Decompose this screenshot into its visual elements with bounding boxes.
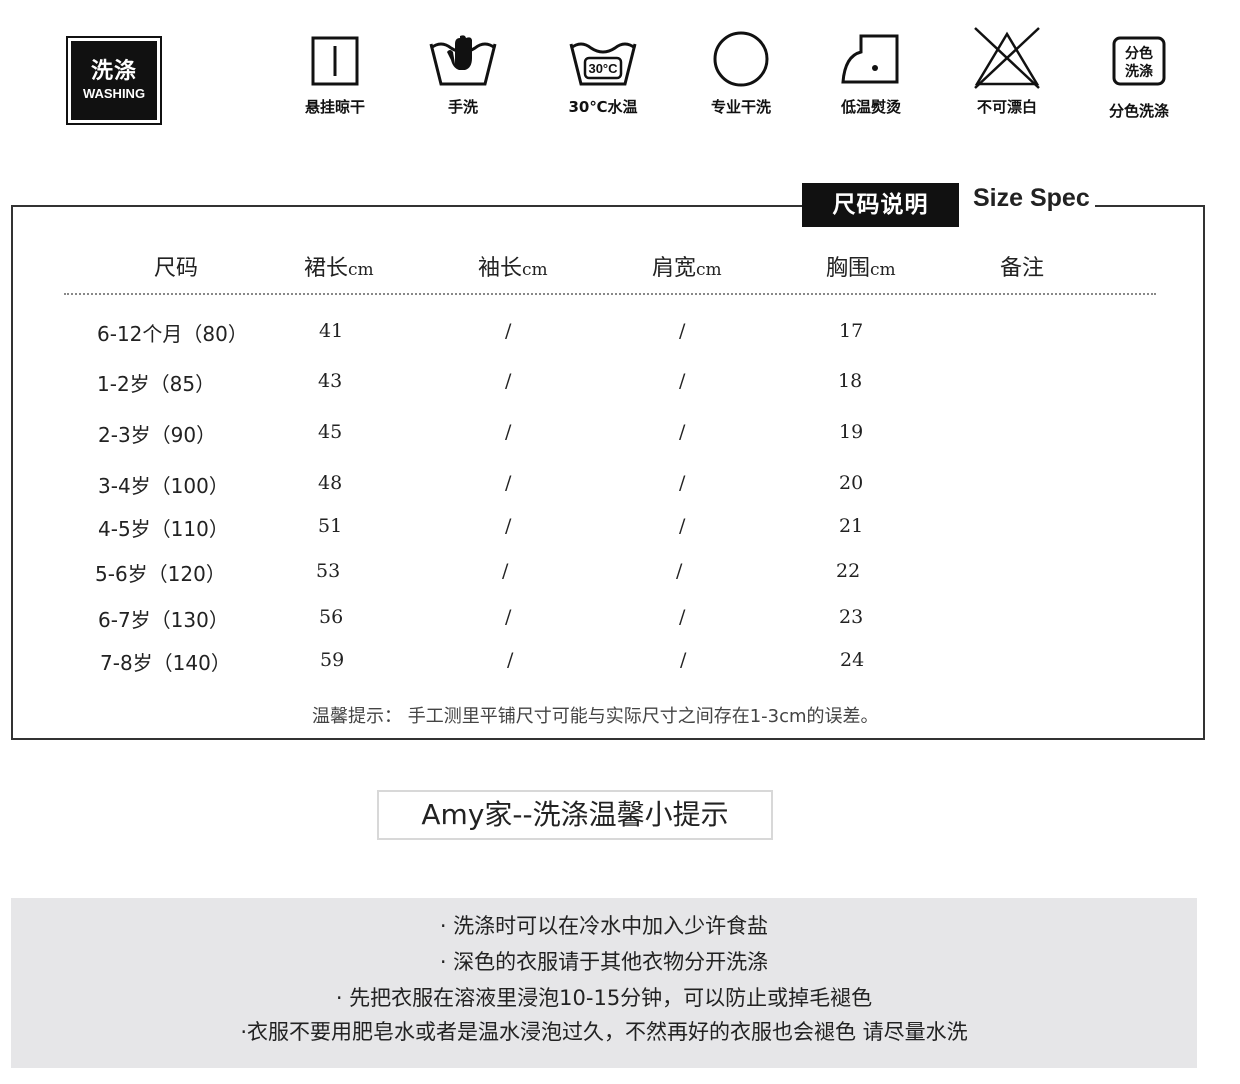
size-spec-note: 温馨提示： 手工测里平铺尺寸可能与实际尺寸之间存在1-3cm的误差。 <box>312 706 879 727</box>
row-size: 6-12个月（80） <box>97 322 248 346</box>
care-label-no-bleach: 不可漂白 <box>976 98 1037 116</box>
row-sleeve-length: / <box>505 320 512 342</box>
wash-30c-icon: 30°C <box>569 42 637 86</box>
row-skirt-length: 45 <box>318 421 343 443</box>
header-chest-text: 胸围 <box>826 256 871 281</box>
row-size: 1-2岁（85） <box>97 372 216 396</box>
row-sleeve-length: / <box>502 560 509 582</box>
care-wash-30c: 30°C 30℃水温 <box>548 26 658 122</box>
header-note: 备注 <box>1000 250 1044 282</box>
row-sleeve-length: / <box>505 472 512 494</box>
row-skirt-length: 48 <box>318 472 343 494</box>
hand-wash-icon <box>429 35 497 86</box>
tips-panel: · 洗涤时可以在冷水中加入少许食盐 · 深色的衣服请于其他衣物分开洗涤 · 先把… <box>11 898 1197 1068</box>
row-shoulder-width: / <box>679 515 686 537</box>
row-skirt-length: 41 <box>319 320 344 342</box>
row-shoulder-width: / <box>679 421 686 443</box>
header-sleeve-length-text: 袖长 <box>478 256 523 281</box>
washing-badge-cn: 洗涤 <box>90 58 137 84</box>
row-sleeve-length: / <box>505 370 512 392</box>
care-label-separate-color: 分色洗涤 <box>1108 102 1169 120</box>
no-bleach-icon <box>974 27 1040 89</box>
care-label-iron-low: 低温熨烫 <box>840 98 901 116</box>
header-size: 尺码 <box>154 250 198 282</box>
header-skirt-length-text: 裙长 <box>304 256 349 281</box>
size-spec-topline-right <box>1095 205 1205 207</box>
row-sleeve-length: / <box>505 606 512 628</box>
row-size: 7-8岁（140） <box>100 651 231 675</box>
separate-color-line1: 分色 <box>1125 45 1153 62</box>
care-iron-low: 低温熨烫 <box>816 26 926 122</box>
tip-line: ·衣服不要用肥皂水或者是温水浸泡过久，不然再好的衣服也会褪色 请尽量水洗 <box>240 1020 968 1044</box>
row-skirt-length: 59 <box>320 649 345 671</box>
header-sleeve-length: 袖长cm <box>478 250 548 282</box>
care-label-dry-clean: 专业干洗 <box>710 98 771 116</box>
tip-line: · 先把衣服在溶液里浸泡10-15分钟，可以防止或掉毛褪色 <box>335 986 873 1010</box>
row-shoulder-width: / <box>676 560 683 582</box>
row-shoulder-width: / <box>679 320 686 342</box>
row-chest: 22 <box>836 560 861 582</box>
header-size-text: 尺码 <box>154 256 199 281</box>
separate-color-line2: 洗涤 <box>1125 63 1153 80</box>
header-shoulder-width-unit: cm <box>696 260 722 280</box>
row-chest: 23 <box>839 606 864 628</box>
tips-title: Amy家--洗涤温馨小提示 <box>377 790 773 840</box>
row-chest: 18 <box>838 370 863 392</box>
row-chest: 19 <box>839 421 864 443</box>
header-chest: 胸围cm <box>826 250 896 282</box>
size-spec-title-cn: 尺码说明 <box>802 183 959 227</box>
row-sleeve-length: / <box>505 515 512 537</box>
size-spec-title-en: Size Spec <box>973 184 1090 212</box>
washing-badge: 洗涤 WASHING <box>66 36 162 125</box>
header-skirt-length-unit: cm <box>348 260 374 280</box>
header-chest-unit: cm <box>870 260 896 280</box>
care-dry-clean: 专业干洗 <box>686 26 796 122</box>
header-note-text: 备注 <box>1000 256 1045 281</box>
row-skirt-length: 56 <box>319 606 344 628</box>
separate-color-wash-icon: 分色 洗涤 <box>1112 36 1166 86</box>
care-no-bleach: 不可漂白 <box>952 26 1062 122</box>
row-chest: 24 <box>840 649 865 671</box>
care-label-hand-wash: 手洗 <box>447 98 478 116</box>
tip-line: · 洗涤时可以在冷水中加入少许食盐 <box>439 914 769 938</box>
washing-badge-inner: 洗涤 WASHING <box>71 41 157 120</box>
dry-clean-icon <box>713 31 769 87</box>
row-shoulder-width: / <box>679 370 686 392</box>
tip-line: · 深色的衣服请于其他衣物分开洗涤 <box>439 950 769 974</box>
row-skirt-length: 43 <box>318 370 343 392</box>
header-shoulder-width: 肩宽cm <box>652 250 722 282</box>
header-sleeve-length-unit: cm <box>522 260 548 280</box>
row-skirt-length: 51 <box>318 515 343 537</box>
row-shoulder-width: / <box>680 649 687 671</box>
size-spec-topline-left <box>11 205 804 207</box>
care-label-hang-dry: 悬挂晾干 <box>304 98 365 116</box>
row-sleeve-length: / <box>507 649 514 671</box>
washing-badge-en: WASHING <box>82 85 146 101</box>
header-skirt-length: 裙长cm <box>304 250 374 282</box>
row-size: 4-5岁（110） <box>98 517 229 541</box>
row-shoulder-width: / <box>679 606 686 628</box>
iron-low-icon <box>841 34 899 84</box>
care-hang-dry: 悬挂晾干 <box>280 26 390 122</box>
header-divider <box>64 293 1156 295</box>
row-chest: 20 <box>839 472 864 494</box>
care-label-wash-30c: 30℃水温 <box>568 98 638 116</box>
row-size: 3-4岁（100） <box>98 474 229 498</box>
row-shoulder-width: / <box>679 472 686 494</box>
row-sleeve-length: / <box>505 421 512 443</box>
care-separate-color: 分色 洗涤 分色洗涤 <box>1084 26 1194 122</box>
hang-dry-icon <box>311 36 359 86</box>
care-hand-wash: 手洗 <box>408 26 518 122</box>
wash-30c-badge-text: 30°C <box>588 61 618 76</box>
header-shoulder-width-text: 肩宽 <box>652 256 697 281</box>
row-size: 6-7岁（130） <box>98 608 229 632</box>
row-skirt-length: 53 <box>316 560 341 582</box>
row-size: 5-6岁（120） <box>95 562 226 586</box>
row-chest: 17 <box>839 320 864 342</box>
row-chest: 21 <box>839 515 864 537</box>
row-size: 2-3岁（90） <box>98 423 217 447</box>
